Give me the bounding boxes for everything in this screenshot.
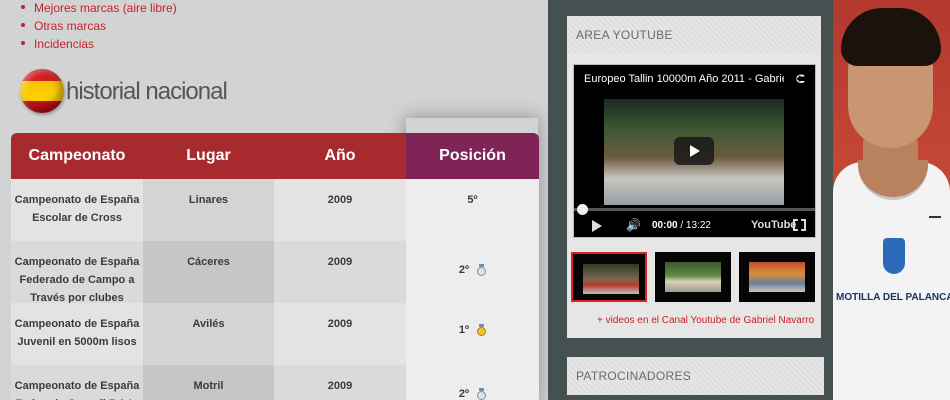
brand-logo-icon — [929, 210, 941, 218]
bullet-icon — [21, 23, 25, 27]
position-value: 2º — [458, 264, 470, 276]
photo-hair — [841, 8, 941, 66]
table-header: Campeonato Lugar Año Posición — [11, 133, 539, 179]
cell-championship: Campeonato de España Federado de Campo a… — [11, 241, 143, 304]
play-button[interactable] — [674, 137, 714, 165]
progress-knob[interactable] — [577, 204, 588, 215]
header-ano: Año — [324, 147, 356, 164]
link-incidencias[interactable]: Incidencias — [34, 37, 94, 51]
table-row: Campeonato de España Federado Juvenil P.… — [11, 365, 539, 400]
cell-position: 1º — [406, 303, 539, 365]
cell-place: Linares — [143, 179, 274, 241]
cell-championship: Campeonato de España Escolar de Cross — [11, 179, 143, 241]
thumbnail-image — [665, 262, 721, 292]
volume-icon[interactable]: 🔊 — [626, 218, 641, 232]
sponsors-panel: PATROCINADORES — [567, 357, 824, 400]
table-row: Campeonato de España Federado de Campo a… — [11, 241, 539, 304]
video-thumbnail[interactable] — [655, 252, 731, 302]
table-row: Campeonato de España Juvenil en 5000m li… — [11, 303, 539, 365]
header-lugar: Lugar — [186, 147, 231, 164]
position-value: 1º — [458, 324, 470, 336]
video-thumbnail[interactable] — [739, 252, 815, 302]
time-separator: / — [677, 220, 686, 231]
cell-championship: Campeonato de España Juvenil en 5000m li… — [11, 303, 143, 365]
time-display: 00:00 / 13:22 — [652, 220, 711, 231]
cell-position: 2º — [406, 241, 539, 303]
thumbnail-image — [583, 264, 639, 294]
header-campeonato: Campeonato — [28, 147, 126, 164]
table-row: Campeonato de España Escolar de Cross Li… — [11, 179, 539, 241]
cell-place: Cáceres — [143, 241, 274, 303]
play-icon[interactable] — [592, 220, 602, 232]
video-thumbnail[interactable] — [571, 252, 647, 302]
link-mejores-marcas[interactable]: Mejores marcas (aire libre) — [34, 1, 177, 15]
video-title[interactable]: Europeo Tallin 10000m Año 2011 - Gabriel… — [584, 73, 784, 85]
crest-icon — [883, 238, 905, 274]
fullscreen-icon[interactable] — [793, 219, 806, 231]
spain-flag-icon — [20, 69, 64, 113]
header-posicion: Posición — [406, 133, 539, 179]
video-player[interactable]: Europeo Tallin 10000m Año 2011 - Gabriel… — [573, 64, 816, 238]
athlete-photo: MOTILLA DEL PALANCAR — [833, 0, 950, 400]
time-total: 13:22 — [685, 220, 711, 231]
cell-place: Avilés — [143, 303, 274, 365]
cell-year: 2009 — [274, 179, 406, 241]
progress-bar[interactable] — [574, 208, 815, 211]
shirt-text: MOTILLA DEL PALANCAR — [836, 292, 950, 303]
link-otras-marcas[interactable]: Otras marcas — [34, 19, 106, 33]
bullet-icon — [21, 5, 25, 9]
cell-year: 2009 — [274, 303, 406, 365]
cell-year: 2009 — [274, 241, 406, 303]
silver-medal-icon — [477, 264, 487, 277]
youtube-logo[interactable]: YouTube — [751, 219, 796, 231]
time-current: 00:00 — [652, 220, 678, 231]
cell-position: 5º — [406, 179, 539, 241]
cell-championship: Campeonato de España Federado Juvenil P.… — [11, 365, 143, 400]
results-table: Campeonato Lugar Año Posición Campeonato… — [11, 133, 539, 400]
bullet-icon — [21, 41, 25, 45]
section-title: historial nacional — [66, 78, 228, 105]
main-content: Mejores marcas (aire libre) Otras marcas… — [0, 0, 548, 400]
cell-place: Motril — [143, 365, 274, 400]
silver-medal-icon — [477, 388, 487, 400]
share-icon[interactable]: ⮈ — [796, 72, 805, 87]
cell-year: 2009 — [274, 365, 406, 400]
sponsors-panel-title: PATROCINADORES — [567, 357, 824, 395]
thumbnail-image — [749, 262, 805, 292]
position-value: 5º — [467, 194, 478, 206]
youtube-channel-link[interactable]: + videos en el Canal Youtube de Gabriel … — [597, 315, 814, 326]
youtube-panel-title: AREA YOUTUBE — [567, 16, 821, 54]
gold-medal-icon — [477, 324, 487, 337]
position-value: 2º — [458, 388, 470, 400]
video-controls: 🔊 00:00 / 13:22 YouTube — [574, 215, 815, 237]
cell-position: 2º — [406, 365, 539, 400]
